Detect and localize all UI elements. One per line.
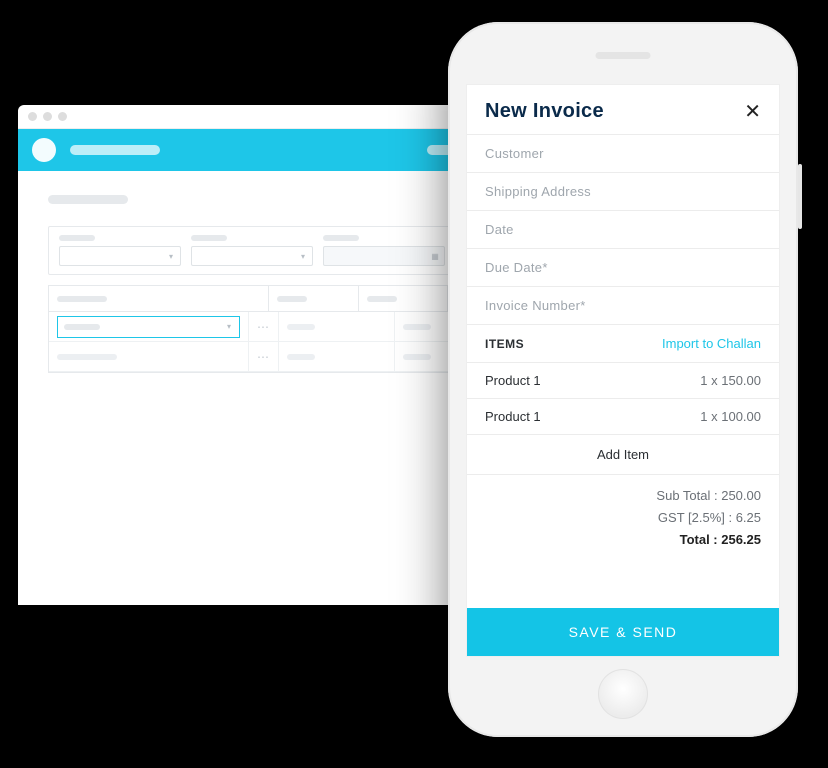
- row-item-select[interactable]: ▾: [57, 316, 240, 338]
- import-to-challan-link[interactable]: Import to Challan: [662, 336, 761, 351]
- traffic-light-min[interactable]: [43, 112, 52, 121]
- subtotal-line: Sub Total : 250.00: [485, 485, 761, 507]
- due-date-field[interactable]: Due Date*: [467, 248, 779, 286]
- grand-total-line: Total : 256.25: [485, 529, 761, 551]
- item-name: Product 1: [485, 409, 541, 424]
- customer-field[interactable]: Customer: [467, 134, 779, 172]
- date-field[interactable]: Date: [467, 210, 779, 248]
- item-qty-price: 1 x 100.00: [700, 409, 761, 424]
- invoice-number-field[interactable]: Invoice Number*: [467, 286, 779, 324]
- totals-block: Sub Total : 250.00 GST [2.5%] : 6.25 Tot…: [467, 474, 779, 565]
- traffic-light-close[interactable]: [28, 112, 37, 121]
- page-title: New Invoice: [485, 100, 604, 123]
- gst-line: GST [2.5%] : 6.25: [485, 507, 761, 529]
- invoice-item-row[interactable]: Product 1 1 x 150.00: [467, 362, 779, 398]
- add-item-button[interactable]: Add Item: [467, 434, 779, 474]
- phone-speaker: [596, 52, 651, 59]
- filter-col: ▾: [59, 235, 181, 266]
- phone-screen: New Invoice ✕ Customer Shipping Address …: [466, 84, 780, 657]
- items-section-label: ITEMS: [485, 337, 524, 351]
- close-icon[interactable]: ✕: [744, 99, 761, 124]
- row-menu-icon[interactable]: ⋯: [249, 312, 279, 341]
- phone-device: New Invoice ✕ Customer Shipping Address …: [448, 22, 798, 737]
- phone-side-button: [798, 164, 802, 229]
- phone-home-button[interactable]: [598, 669, 648, 719]
- section-title-placeholder: [48, 195, 128, 204]
- invoice-item-row[interactable]: Product 1 1 x 100.00: [467, 398, 779, 434]
- filter-select[interactable]: ▾: [59, 246, 181, 266]
- chevron-down-icon: ▾: [225, 323, 233, 331]
- app-logo: [32, 138, 56, 162]
- save-and-send-button[interactable]: SAVE & SEND: [467, 608, 779, 656]
- item-name: Product 1: [485, 373, 541, 388]
- shipping-address-field[interactable]: Shipping Address: [467, 172, 779, 210]
- header-placeholder: [70, 145, 160, 155]
- filter-date[interactable]: ▦: [323, 246, 445, 266]
- item-qty-price: 1 x 150.00: [700, 373, 761, 388]
- calendar-icon: ▦: [431, 252, 439, 260]
- row-menu-icon[interactable]: ⋯: [249, 342, 279, 371]
- traffic-light-max[interactable]: [58, 112, 67, 121]
- filter-select[interactable]: ▾: [191, 246, 313, 266]
